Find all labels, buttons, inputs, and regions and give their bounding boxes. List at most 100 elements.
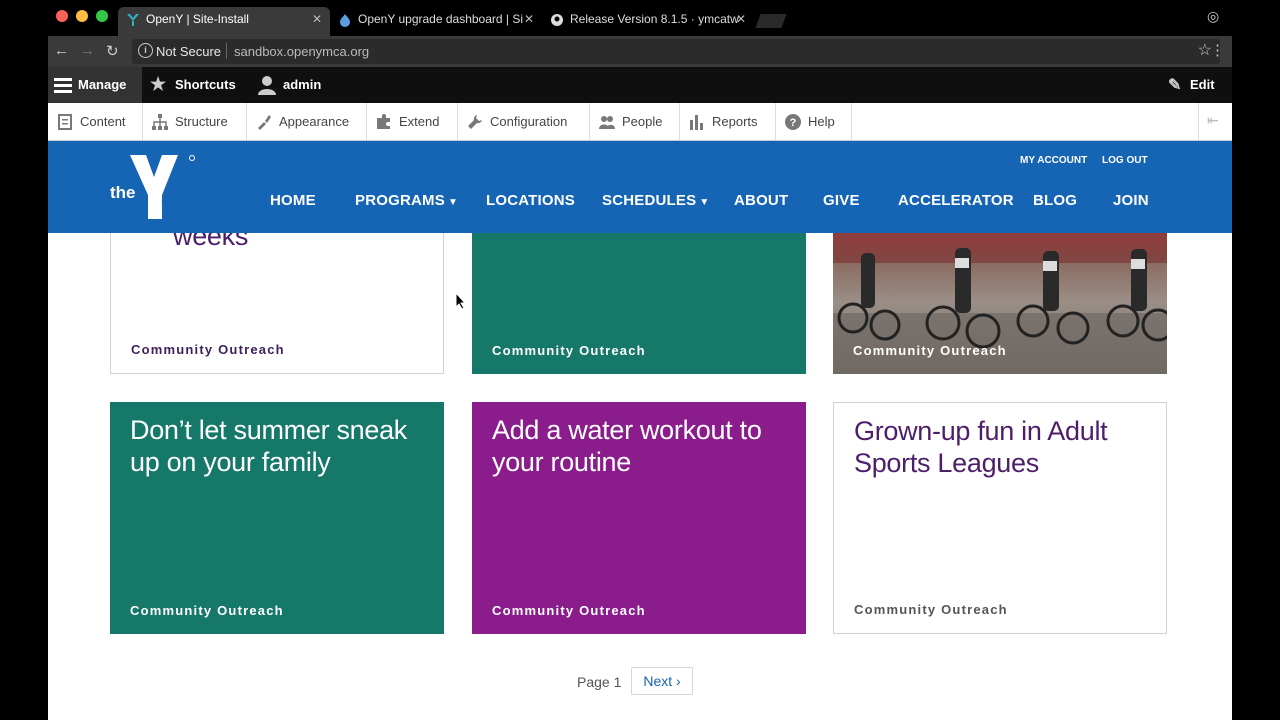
- tray-item-label: Appearance: [279, 114, 350, 129]
- nav-give[interactable]: GIVE: [823, 192, 860, 209]
- user-tab[interactable]: admin: [258, 67, 348, 103]
- hamburger-icon: [54, 78, 72, 93]
- pencil-icon: ✎: [1168, 77, 1182, 94]
- caret-down-icon: ▼: [447, 197, 459, 208]
- card-title: Add a water workout to your routine: [492, 415, 762, 477]
- incognito-icon: ◎: [1207, 8, 1220, 24]
- tray-item-label: Content: [80, 114, 126, 129]
- content-card[interactable]: weeks Community Outreach: [110, 233, 444, 374]
- site-header: the YMCA MY ACCOUNT LOG OUT HOME PROGRAM…: [48, 141, 1232, 233]
- tab-close-icon[interactable]: ✕: [736, 7, 746, 32]
- card-tag: Community Outreach: [492, 343, 646, 358]
- browser-tab-bar: OpenY | Site-Install ✕ OpenY upgrade das…: [0, 0, 1280, 36]
- github-favicon-icon: [551, 14, 563, 26]
- info-icon[interactable]: i: [138, 43, 153, 58]
- my-account-link[interactable]: MY ACCOUNT: [1020, 155, 1087, 166]
- divider: [226, 43, 227, 59]
- nav-locations[interactable]: LOCATIONS: [486, 192, 575, 209]
- shortcuts-label: Shortcuts: [175, 77, 236, 92]
- back-arrow-icon[interactable]: ←: [54, 42, 69, 59]
- tab-title: OpenY | Site-Install: [146, 12, 249, 26]
- tray-item-appearance[interactable]: Appearance: [247, 103, 367, 140]
- minimize-window-button[interactable]: [76, 10, 88, 22]
- reload-icon[interactable]: ↻: [106, 42, 119, 60]
- content-card[interactable]: Community Outreach: [472, 233, 806, 374]
- browser-address-bar: ← → ↻ i Not Secure sandbox.openymca.org …: [48, 36, 1232, 67]
- pager: Page 1 Next ›: [48, 667, 1232, 697]
- wrench-icon: [468, 115, 482, 129]
- svg-text:?: ?: [790, 117, 797, 129]
- manage-label: Manage: [78, 77, 127, 92]
- ymca-logo[interactable]: the YMCA: [108, 153, 198, 223]
- browser-tab-upgrade-dashboard[interactable]: OpenY upgrade dashboard | Si ✕: [330, 7, 542, 36]
- admin-toolbar: Manage ★ Shortcuts admin ✎ Edit: [48, 67, 1232, 103]
- bar-chart-icon: [690, 115, 703, 130]
- tray-item-label: People: [622, 114, 663, 129]
- nav-about[interactable]: ABOUT: [734, 192, 788, 209]
- people-icon: [599, 116, 615, 129]
- browser-tab-openy-site-install[interactable]: OpenY | Site-Install ✕: [118, 7, 330, 36]
- tab-close-icon[interactable]: ✕: [524, 7, 534, 32]
- card-tag: Community Outreach: [854, 602, 1008, 617]
- content-icon: [58, 114, 72, 130]
- nav-home[interactable]: HOME: [270, 192, 316, 209]
- caret-down-icon: ▼: [699, 197, 710, 208]
- card-title: weeks: [173, 233, 249, 251]
- maximize-window-button[interactable]: [96, 10, 108, 22]
- logo-the-text: the: [110, 183, 136, 202]
- tray-item-structure[interactable]: Structure: [143, 103, 247, 140]
- tray-item-label: Structure: [175, 114, 228, 129]
- toolbar-orientation-toggle[interactable]: ⇤: [1198, 103, 1232, 140]
- tray-item-help[interactable]: ? Help: [776, 103, 852, 140]
- tray-item-people[interactable]: People: [590, 103, 680, 140]
- openy-favicon-icon: [127, 14, 139, 26]
- close-window-button[interactable]: [56, 10, 68, 22]
- card-tag: Community Outreach: [130, 603, 284, 618]
- log-out-link[interactable]: LOG OUT: [1102, 155, 1148, 166]
- user-icon: [258, 76, 276, 95]
- security-label: Not Secure: [156, 44, 222, 59]
- mouse-cursor-icon: [455, 292, 467, 310]
- star-icon: ★: [150, 74, 167, 94]
- nav-schedules[interactable]: SCHEDULES ▼: [602, 192, 709, 209]
- manage-tab[interactable]: Manage: [48, 67, 142, 103]
- tray-item-extend[interactable]: Extend: [367, 103, 458, 140]
- tab-title: Release Version 8.1.5 · ymcatw: [570, 12, 739, 26]
- main-content: weeks Community Outreach Community Outre…: [48, 233, 1232, 720]
- nav-accelerator[interactable]: ACCELERATOR: [898, 192, 1014, 209]
- tray-item-configuration[interactable]: Configuration: [458, 103, 590, 140]
- help-icon: ?: [785, 114, 801, 130]
- content-card[interactable]: Community Outreach: [833, 233, 1167, 374]
- tray-item-label: Extend: [399, 114, 440, 129]
- card-tag: Community Outreach: [853, 343, 1007, 358]
- puzzle-icon: [377, 114, 390, 129]
- content-card[interactable]: Grown-up fun in Adult Sports Leagues Com…: [833, 402, 1167, 634]
- edit-tab[interactable]: ✎ Edit: [1166, 67, 1226, 103]
- user-label: admin: [283, 77, 322, 92]
- paintbrush-icon: [258, 115, 271, 130]
- content-card[interactable]: Add a water workout to your routine Comm…: [472, 402, 806, 634]
- nav-schedules-label: SCHEDULES: [602, 192, 697, 209]
- forward-arrow-icon[interactable]: →: [80, 42, 95, 59]
- drupal-favicon-icon: [340, 14, 350, 27]
- tray-item-reports[interactable]: Reports: [680, 103, 776, 140]
- pager-next-button[interactable]: Next ›: [631, 667, 693, 695]
- pager-current: Page 1: [577, 674, 622, 690]
- tab-close-icon[interactable]: ✕: [312, 7, 322, 32]
- card-title: Don’t let summer sneak up on your family: [130, 415, 408, 477]
- url-input[interactable]: i Not Secure sandbox.openymca.org ☆: [132, 39, 1220, 64]
- content-card[interactable]: Don’t let summer sneak up on your family…: [110, 402, 444, 634]
- edit-label: Edit: [1190, 77, 1215, 92]
- browser-tab-release-version[interactable]: Release Version 8.1.5 · ymcatw ✕: [542, 7, 754, 36]
- nav-join[interactable]: JOIN: [1113, 192, 1149, 209]
- nav-programs-label: PROGRAMS: [355, 192, 445, 209]
- card-tag: Community Outreach: [492, 603, 646, 618]
- tab-title: OpenY upgrade dashboard | Si: [358, 12, 524, 26]
- tray-item-label: Configuration: [490, 114, 568, 129]
- tray-item-content[interactable]: Content: [48, 103, 143, 140]
- nav-blog[interactable]: BLOG: [1033, 192, 1077, 209]
- browser-menu-icon[interactable]: ⋮: [1210, 41, 1225, 59]
- new-tab-button[interactable]: [755, 14, 787, 28]
- shortcuts-tab[interactable]: ★ Shortcuts: [150, 67, 248, 103]
- nav-programs[interactable]: PROGRAMS ▼: [355, 192, 458, 209]
